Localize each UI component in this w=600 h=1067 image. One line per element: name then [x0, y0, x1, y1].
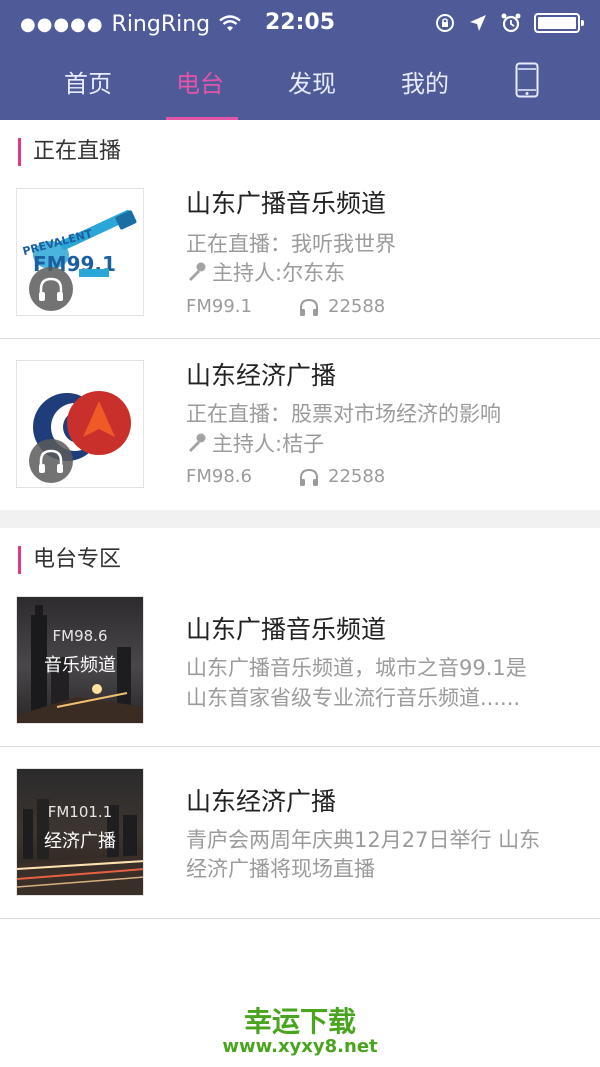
tab-mine[interactable]: 我的 — [385, 64, 465, 100]
watermark-url: www.xyxy8.net — [222, 1036, 378, 1057]
host-name: 主持人:尔东东 — [212, 261, 346, 285]
live-section-title: 正在直播 — [18, 138, 121, 166]
zone-item-economy[interactable]: FM101.1 经济广播 山东经济广播 青庐会两周年庆典12月27日举行 山东 … — [0, 748, 600, 918]
listener-count: 22588 — [328, 296, 386, 317]
station-name: 山东经济广播 — [186, 361, 337, 390]
location-arrow-icon — [470, 15, 486, 31]
zone-station-name: 山东经济广播 — [186, 787, 337, 816]
zone-desc-line1: 山东广播音乐频道，城市之音99.1是 — [186, 656, 527, 680]
zone-section-title: 电台专区 — [18, 546, 121, 574]
battery-icon — [534, 13, 584, 33]
tab-discover[interactable]: 发现 — [272, 64, 352, 100]
zone-desc-line1: 青庐会两周年庆典12月27日举行 山东 — [186, 828, 541, 852]
row-divider — [0, 918, 600, 919]
zone-station-name: 山东广播音乐频道 — [186, 615, 387, 644]
row-divider — [0, 338, 600, 339]
headphone-count-icon — [300, 468, 318, 486]
phone-icon[interactable] — [515, 62, 539, 98]
tab-home[interactable]: 首页 — [48, 64, 128, 100]
host-name: 主持人:桔子 — [212, 432, 325, 456]
zone-thumbnail: FM98.6 音乐频道 — [16, 596, 144, 724]
host-row: 主持人:桔子 — [186, 428, 324, 458]
live-item-music[interactable]: PREVALENT FM99.1 山东广播音乐频道 正在直播：我听我世界 主持人… — [0, 170, 600, 338]
station-logo: PREVALENT FM99.1 — [16, 188, 144, 316]
zone-desc-line2: 经济广播将现场直播 — [186, 857, 375, 881]
station-meta: FM98.6 22588 — [186, 466, 385, 487]
row-divider — [0, 746, 600, 747]
station-name: 山东广播音乐频道 — [186, 189, 387, 218]
headphone-icon — [39, 449, 63, 473]
headphone-icon — [39, 277, 63, 301]
app-header: ●●●●● RingRing 22:05 首页 电台 发现 我的 — [0, 0, 600, 120]
watermark-brand: 幸运下载 — [243, 1005, 356, 1038]
thumb-station: 音乐频道 — [44, 655, 116, 676]
thumb-station: 经济广播 — [44, 831, 116, 852]
thumb-frequency: FM101.1 — [47, 803, 113, 821]
status-icons — [434, 12, 584, 34]
station-meta: FM99.1 22588 — [186, 296, 385, 317]
alarm-icon — [501, 13, 521, 33]
headphone-count-icon — [300, 298, 318, 316]
section-separator — [0, 510, 600, 528]
zone-item-music[interactable]: FM98.6 音乐频道 山东广播音乐频道 山东广播音乐频道，城市之音99.1是 … — [0, 580, 600, 746]
zone-desc-line2: 山东首家省级专业流行音乐频道...... — [186, 686, 521, 710]
listen-button[interactable] — [29, 267, 73, 311]
microphone-icon — [189, 262, 206, 281]
status-bar: ●●●●● RingRing 22:05 — [0, 0, 600, 48]
listener-count: 22588 — [328, 466, 386, 487]
microphone-icon — [189, 433, 206, 452]
now-playing-text: 正在直播：股票对市场经济的影响 — [186, 402, 501, 426]
frequency-label: FM98.6 — [186, 466, 252, 487]
zone-thumbnail: FM101.1 经济广播 — [16, 768, 144, 896]
thumb-frequency: FM98.6 — [52, 627, 108, 645]
host-row: 主持人:尔东东 — [186, 257, 345, 287]
listen-button[interactable] — [29, 439, 73, 483]
now-playing-text: 正在直播：我听我世界 — [186, 232, 396, 256]
active-tab-indicator — [166, 117, 238, 120]
rotation-lock-icon — [436, 14, 454, 32]
top-nav: 首页 电台 发现 我的 — [0, 48, 600, 120]
station-logo — [16, 360, 144, 488]
tab-radio[interactable]: 电台 — [160, 64, 240, 100]
live-item-economy[interactable]: 山东经济广播 正在直播：股票对市场经济的影响 主持人:桔子 FM98.6 225… — [0, 340, 600, 510]
frequency-label: FM99.1 — [186, 296, 252, 317]
